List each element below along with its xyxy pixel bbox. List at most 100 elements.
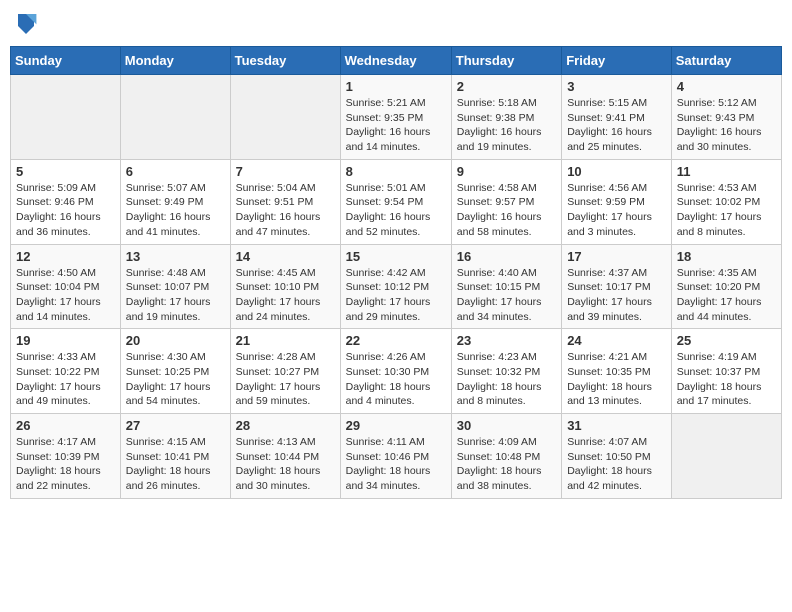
- day-info: Sunrise: 4:30 AMSunset: 10:25 PMDaylight…: [126, 350, 225, 409]
- calendar-day-cell: 23 Sunrise: 4:23 AMSunset: 10:32 PMDaylig…: [451, 329, 561, 414]
- day-number: 9: [457, 164, 556, 179]
- day-info: Sunrise: 4:58 AMSunset: 9:57 PMDaylight:…: [457, 181, 556, 240]
- day-info: Sunrise: 4:45 AMSunset: 10:10 PMDaylight…: [236, 266, 335, 325]
- weekday-header: Saturday: [671, 47, 781, 75]
- calendar-day-cell: 21 Sunrise: 4:28 AMSunset: 10:27 PMDaylig…: [230, 329, 340, 414]
- day-number: 11: [677, 164, 776, 179]
- day-number: 1: [346, 79, 446, 94]
- day-number: 14: [236, 249, 335, 264]
- day-info: Sunrise: 4:28 AMSunset: 10:27 PMDaylight…: [236, 350, 335, 409]
- day-number: 18: [677, 249, 776, 264]
- calendar-day-cell: 9 Sunrise: 4:58 AMSunset: 9:57 PMDaylight…: [451, 159, 561, 244]
- calendar-day-cell: 2Sunrise: 5:18 AMSunset: 9:38 PMDaylight…: [451, 75, 561, 160]
- day-number: 23: [457, 333, 556, 348]
- day-info: Sunrise: 5:04 AMSunset: 9:51 PMDaylight:…: [236, 181, 335, 240]
- day-number: 29: [346, 418, 446, 433]
- calendar-day-cell: 1 Sunrise: 5:21 AMSunset: 9:35 PMDaylight…: [340, 75, 451, 160]
- calendar-table: SundayMondayTuesdayWednesdayThursdayFrid…: [10, 46, 782, 499]
- page-header: [10, 10, 782, 38]
- calendar-day-cell: 13 Sunrise: 4:48 AMSunset: 10:07 PMDaylig…: [120, 244, 230, 329]
- calendar-day-cell: 4 Sunrise: 5:12 AMSunset: 9:43 PMDaylight…: [671, 75, 781, 160]
- calendar-day-cell: [11, 75, 121, 160]
- calendar-week-row: 26Sunrise: 4:17 AMSunset: 10:39 PMDaylig…: [11, 414, 782, 499]
- calendar-week-row: 5Sunrise: 5:09 AMSunset: 9:46 PMDaylight…: [11, 159, 782, 244]
- calendar-day-cell: 29 Sunrise: 4:11 AMSunset: 10:46 PMDaylig…: [340, 414, 451, 499]
- calendar-day-cell: 14 Sunrise: 4:45 AMSunset: 10:10 PMDaylig…: [230, 244, 340, 329]
- calendar-day-cell: 7 Sunrise: 5:04 AMSunset: 9:51 PMDaylight…: [230, 159, 340, 244]
- day-info: Sunrise: 5:21 AMSunset: 9:35 PMDaylight:…: [346, 96, 446, 155]
- calendar-day-cell: 3 Sunrise: 5:15 AMSunset: 9:41 PMDaylight…: [562, 75, 672, 160]
- calendar-day-cell: 17 Sunrise: 4:37 AMSunset: 10:17 PMDaylig…: [562, 244, 672, 329]
- logo-icon: [14, 10, 38, 38]
- calendar-day-cell: 6 Sunrise: 5:07 AMSunset: 9:49 PMDaylight…: [120, 159, 230, 244]
- calendar-day-cell: 5Sunrise: 5:09 AMSunset: 9:46 PMDaylight…: [11, 159, 121, 244]
- day-info: Sunrise: 5:07 AMSunset: 9:49 PMDaylight:…: [126, 181, 225, 240]
- day-info: Sunrise: 4:15 AMSunset: 10:41 PMDaylight…: [126, 435, 225, 494]
- day-number: 3: [567, 79, 666, 94]
- day-number: 27: [126, 418, 225, 433]
- day-number: 30: [457, 418, 556, 433]
- day-number: 21: [236, 333, 335, 348]
- calendar-header-row: SundayMondayTuesdayWednesdayThursdayFrid…: [11, 47, 782, 75]
- day-number: 16: [457, 249, 556, 264]
- day-info: Sunrise: 4:53 AMSunset: 10:02 PMDaylight…: [677, 181, 776, 240]
- logo: [14, 10, 42, 38]
- day-number: 12: [16, 249, 115, 264]
- day-number: 10: [567, 164, 666, 179]
- day-info: Sunrise: 4:48 AMSunset: 10:07 PMDaylight…: [126, 266, 225, 325]
- day-number: 26: [16, 418, 115, 433]
- day-info: Sunrise: 4:07 AMSunset: 10:50 PMDaylight…: [567, 435, 666, 494]
- calendar-week-row: 1 Sunrise: 5:21 AMSunset: 9:35 PMDaylight…: [11, 75, 782, 160]
- day-info: Sunrise: 4:42 AMSunset: 10:12 PMDaylight…: [346, 266, 446, 325]
- calendar-day-cell: 16Sunrise: 4:40 AMSunset: 10:15 PMDaylig…: [451, 244, 561, 329]
- calendar-week-row: 12Sunrise: 4:50 AMSunset: 10:04 PMDaylig…: [11, 244, 782, 329]
- day-info: Sunrise: 4:13 AMSunset: 10:44 PMDaylight…: [236, 435, 335, 494]
- calendar-day-cell: 10 Sunrise: 4:56 AMSunset: 9:59 PMDayligh…: [562, 159, 672, 244]
- calendar-day-cell: [230, 75, 340, 160]
- day-number: 13: [126, 249, 225, 264]
- day-info: Sunrise: 5:09 AMSunset: 9:46 PMDaylight:…: [16, 181, 115, 240]
- day-info: Sunrise: 5:12 AMSunset: 9:43 PMDaylight:…: [677, 96, 776, 155]
- day-info: Sunrise: 4:23 AMSunset: 10:32 PMDaylight…: [457, 350, 556, 409]
- day-number: 8: [346, 164, 446, 179]
- day-number: 6: [126, 164, 225, 179]
- day-number: 20: [126, 333, 225, 348]
- day-info: Sunrise: 5:15 AMSunset: 9:41 PMDaylight:…: [567, 96, 666, 155]
- day-number: 31: [567, 418, 666, 433]
- day-info: Sunrise: 5:01 AMSunset: 9:54 PMDaylight:…: [346, 181, 446, 240]
- day-number: 25: [677, 333, 776, 348]
- calendar-day-cell: [120, 75, 230, 160]
- calendar-day-cell: 18 Sunrise: 4:35 AMSunset: 10:20 PMDaylig…: [671, 244, 781, 329]
- calendar-day-cell: 15 Sunrise: 4:42 AMSunset: 10:12 PMDaylig…: [340, 244, 451, 329]
- calendar-day-cell: 22 Sunrise: 4:26 AMSunset: 10:30 PMDaylig…: [340, 329, 451, 414]
- day-number: 22: [346, 333, 446, 348]
- weekday-header: Friday: [562, 47, 672, 75]
- calendar-day-cell: 26Sunrise: 4:17 AMSunset: 10:39 PMDaylig…: [11, 414, 121, 499]
- day-number: 7: [236, 164, 335, 179]
- weekday-header: Monday: [120, 47, 230, 75]
- day-number: 15: [346, 249, 446, 264]
- day-number: 17: [567, 249, 666, 264]
- day-info: Sunrise: 4:35 AMSunset: 10:20 PMDaylight…: [677, 266, 776, 325]
- day-info: Sunrise: 4:56 AMSunset: 9:59 PMDaylight:…: [567, 181, 666, 240]
- calendar-day-cell: 25 Sunrise: 4:19 AMSunset: 10:37 PMDaylig…: [671, 329, 781, 414]
- day-info: Sunrise: 4:09 AMSunset: 10:48 PMDaylight…: [457, 435, 556, 494]
- day-info: Sunrise: 4:11 AMSunset: 10:46 PMDaylight…: [346, 435, 446, 494]
- calendar-day-cell: 19 Sunrise: 4:33 AMSunset: 10:22 PMDaylig…: [11, 329, 121, 414]
- calendar-day-cell: 30 Sunrise: 4:09 AMSunset: 10:48 PMDaylig…: [451, 414, 561, 499]
- day-number: 19: [16, 333, 115, 348]
- calendar-week-row: 19 Sunrise: 4:33 AMSunset: 10:22 PMDaylig…: [11, 329, 782, 414]
- calendar-day-cell: 28Sunrise: 4:13 AMSunset: 10:44 PMDaylig…: [230, 414, 340, 499]
- calendar-day-cell: 12Sunrise: 4:50 AMSunset: 10:04 PMDaylig…: [11, 244, 121, 329]
- calendar-day-cell: [671, 414, 781, 499]
- day-info: Sunrise: 4:26 AMSunset: 10:30 PMDaylight…: [346, 350, 446, 409]
- day-number: 4: [677, 79, 776, 94]
- calendar-day-cell: 8 Sunrise: 5:01 AMSunset: 9:54 PMDaylight…: [340, 159, 451, 244]
- weekday-header: Wednesday: [340, 47, 451, 75]
- calendar-day-cell: 11 Sunrise: 4:53 AMSunset: 10:02 PMDaylig…: [671, 159, 781, 244]
- day-info: Sunrise: 4:19 AMSunset: 10:37 PMDaylight…: [677, 350, 776, 409]
- weekday-header: Sunday: [11, 47, 121, 75]
- day-info: Sunrise: 4:33 AMSunset: 10:22 PMDaylight…: [16, 350, 115, 409]
- day-number: 2: [457, 79, 556, 94]
- day-info: Sunrise: 4:37 AMSunset: 10:17 PMDaylight…: [567, 266, 666, 325]
